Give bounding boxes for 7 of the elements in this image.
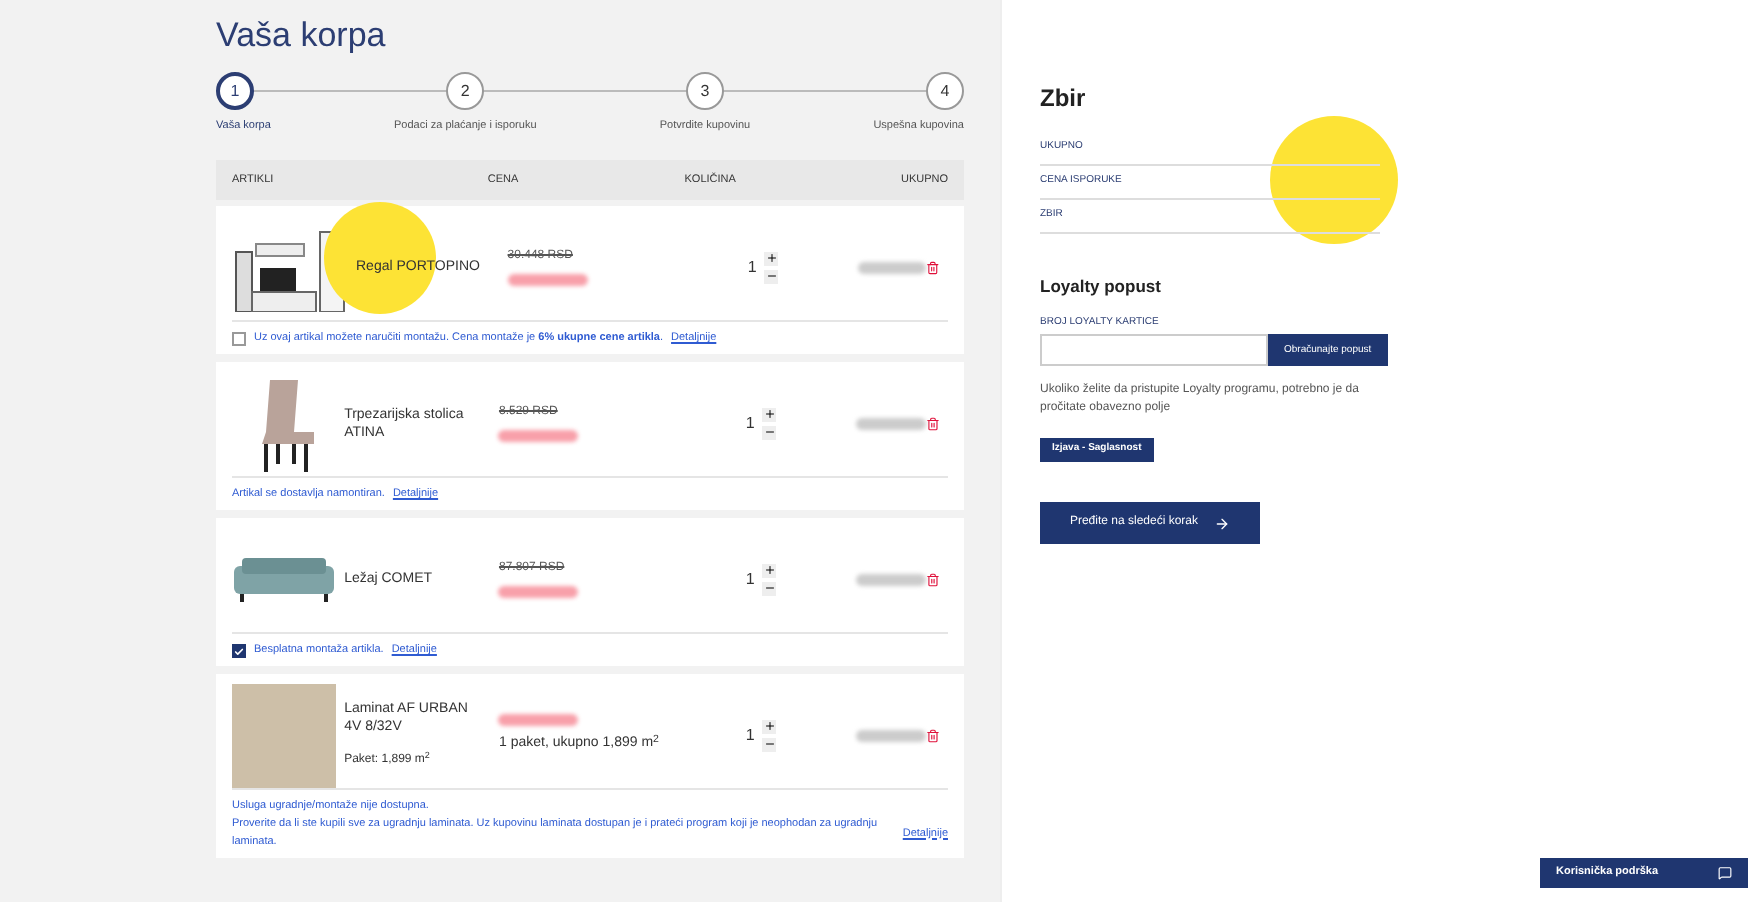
quantity: 1 [745, 567, 755, 591]
quantity: 1 [747, 255, 757, 279]
page-title: Vaša korpa [216, 16, 388, 56]
quantity: 1 [745, 411, 755, 435]
loyalty-title: Loyalty popust [1040, 274, 1163, 300]
quantity: 1 [745, 723, 755, 747]
summary-title: Zbir [1040, 82, 1088, 116]
